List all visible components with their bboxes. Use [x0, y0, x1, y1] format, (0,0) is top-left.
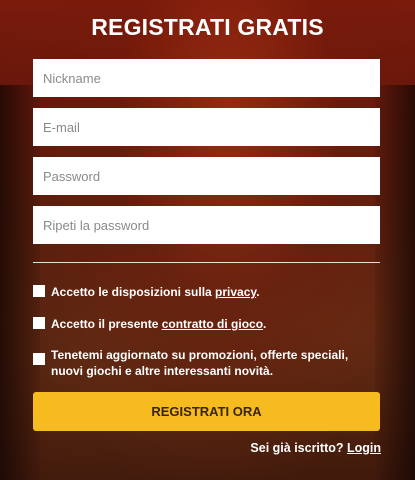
- contract-consent-label: Accetto il presente contratto di gioco.: [51, 317, 267, 331]
- privacy-checkbox[interactable]: [33, 285, 45, 297]
- privacy-consent-label: Accetto le disposizioni sulla privacy.: [51, 285, 260, 299]
- newsletter-checkbox[interactable]: [33, 353, 45, 365]
- newsletter-consent-row: Tenetemi aggiornato su promozioni, offer…: [33, 347, 380, 379]
- privacy-link[interactable]: privacy: [215, 285, 256, 299]
- newsletter-consent-label: Tenetemi aggiornato su promozioni, offer…: [51, 348, 349, 378]
- divider: [33, 262, 380, 263]
- privacy-consent-row: Accetto le disposizioni sulla privacy.: [33, 284, 380, 300]
- repeat-password-input[interactable]: [33, 206, 380, 244]
- contract-checkbox[interactable]: [33, 317, 45, 329]
- contract-link[interactable]: contratto di gioco: [162, 317, 263, 331]
- email-input[interactable]: [33, 108, 380, 146]
- contract-consent-row: Accetto il presente contratto di gioco.: [33, 316, 380, 332]
- nickname-input[interactable]: [33, 59, 380, 97]
- login-prompt-text: Sei già iscritto?: [250, 441, 347, 455]
- login-link[interactable]: Login: [347, 441, 381, 455]
- login-prompt: Sei già iscritto? Login: [250, 441, 381, 455]
- password-input[interactable]: [33, 157, 380, 195]
- register-button[interactable]: REGISTRATI ORA: [33, 392, 380, 431]
- form-title: REGISTRATI GRATIS: [91, 14, 324, 40]
